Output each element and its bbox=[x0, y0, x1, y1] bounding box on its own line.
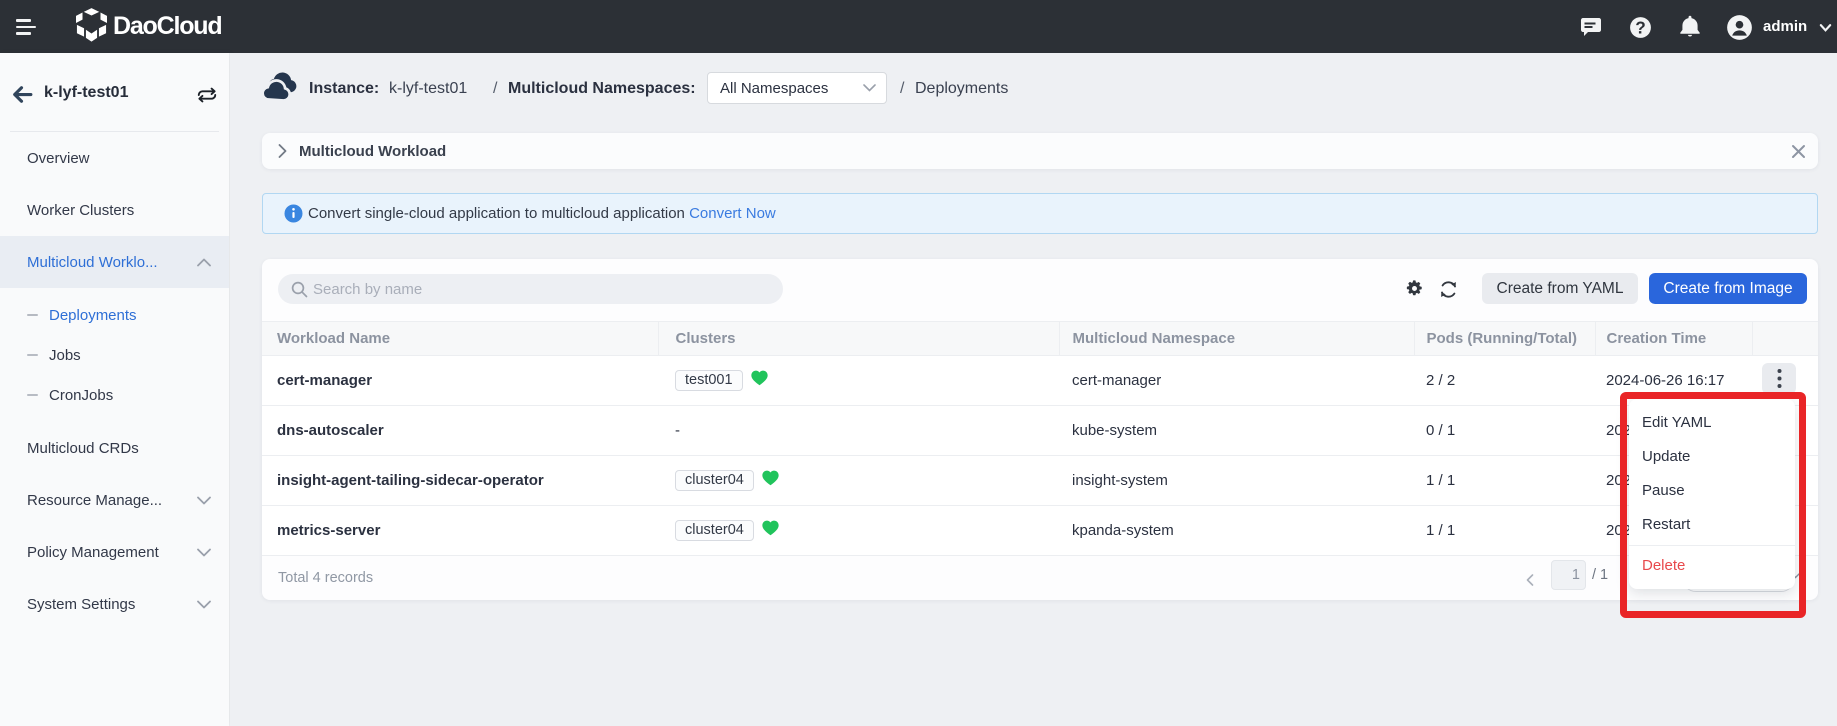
svg-text:?: ? bbox=[1635, 18, 1646, 38]
